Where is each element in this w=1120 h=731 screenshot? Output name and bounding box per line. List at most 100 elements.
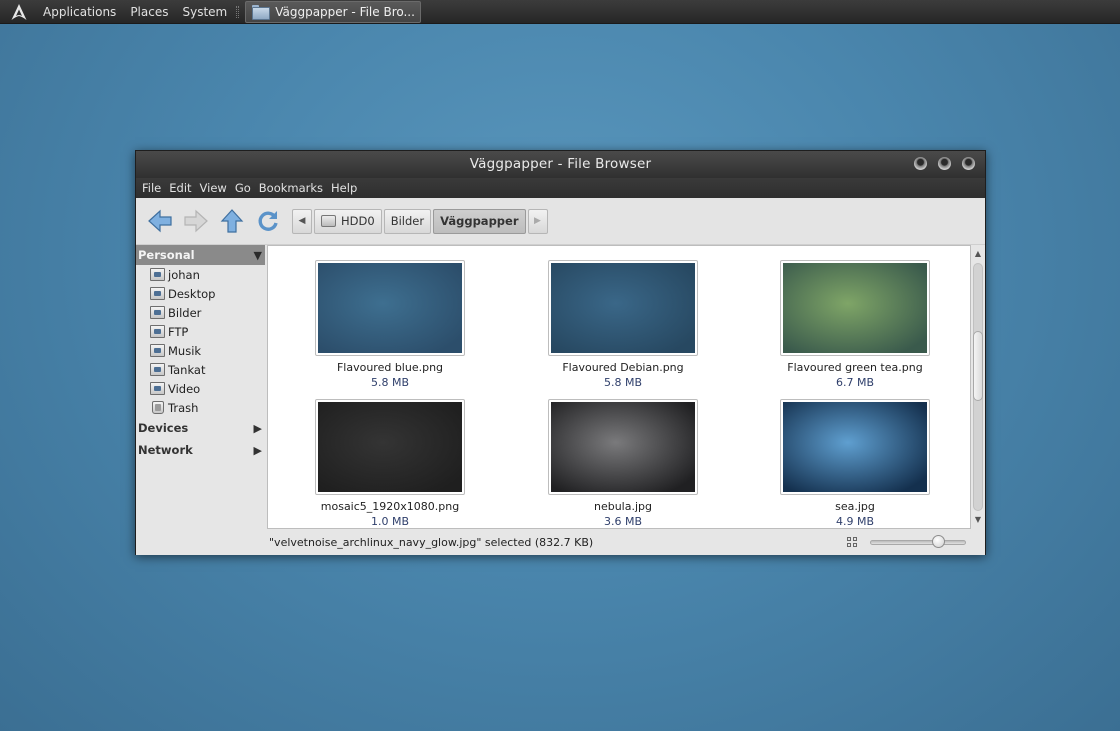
- file-name[interactable]: sea.jpg: [780, 500, 930, 513]
- system-menu[interactable]: System: [175, 0, 234, 24]
- sidebar-item-label: FTP: [168, 324, 189, 339]
- menu-bookmarks[interactable]: Bookmarks: [257, 181, 327, 195]
- window-title: Väggpapper - File Browser: [469, 156, 652, 172]
- sidebar-item-bilder[interactable]: Bilder: [136, 303, 265, 322]
- sidebar-item-trash[interactable]: Trash: [136, 398, 265, 417]
- file-item[interactable]: Flavoured Debian.png 5.8 MB: [548, 260, 698, 389]
- file-size: 1.0 MB: [370, 515, 410, 528]
- taskbar-window-button[interactable]: Väggpapper - File Bro...: [245, 0, 422, 23]
- menu-view[interactable]: View: [198, 181, 231, 195]
- section-label: Network: [138, 443, 193, 457]
- expand-triangle-icon[interactable]: ▶: [254, 422, 262, 435]
- file-thumbnail[interactable]: [780, 399, 930, 495]
- menu-edit[interactable]: Edit: [167, 181, 195, 195]
- sidebar-item-desktop[interactable]: Desktop: [136, 284, 265, 303]
- scroll-down-arrow-icon[interactable]: ▼: [971, 513, 985, 527]
- menu-go[interactable]: Go: [233, 181, 255, 195]
- file-item[interactable]: Flavoured green tea.png 6.7 MB: [780, 260, 930, 389]
- toolbar: ◀ HDD0 Bilder Väggpapper ▶: [136, 198, 985, 245]
- sidebar-item-tankat[interactable]: Tankat: [136, 360, 265, 379]
- reload-icon: [258, 211, 278, 231]
- places-menu[interactable]: Places: [123, 0, 175, 24]
- file-thumbnail[interactable]: [548, 399, 698, 495]
- hard-drive-icon: [321, 215, 336, 227]
- file-thumbnail[interactable]: [780, 260, 930, 356]
- taskbar-window-title: Väggpapper - File Bro...: [275, 4, 415, 19]
- sidebar-item-video[interactable]: Video: [136, 379, 265, 398]
- scroll-up-arrow-icon[interactable]: ▲: [971, 247, 985, 261]
- zoom-grid-icon: [847, 537, 858, 548]
- applications-menu[interactable]: Applications: [36, 0, 123, 24]
- breadcrumb-vaggpapper[interactable]: Väggpapper: [433, 208, 526, 234]
- sidebar-item-label: johan: [168, 267, 200, 282]
- zoom-slider-handle[interactable]: [932, 535, 945, 548]
- file-icon-view[interactable]: Flavoured blue.png 5.8 MB Flavoured Debian…: [267, 245, 971, 529]
- file-name[interactable]: mosaic5_1920x1080.png: [315, 500, 465, 513]
- sidebar-item-label: Musik: [168, 343, 202, 358]
- desktop-folder-icon: [150, 287, 165, 300]
- sidebar-section-network[interactable]: Network ▶: [136, 440, 265, 460]
- sidebar-item-musik[interactable]: Musik: [136, 341, 265, 360]
- file-name[interactable]: nebula.jpg: [548, 500, 698, 513]
- file-size: 6.7 MB: [835, 376, 875, 389]
- sidebar-item-label: Bilder: [168, 305, 202, 320]
- file-thumbnail[interactable]: [315, 260, 465, 356]
- sidebar-item-label: Tankat: [168, 362, 206, 377]
- breadcrumb-bilder[interactable]: Bilder: [383, 208, 432, 234]
- file-item[interactable]: mosaic5_1920x1080.png 1.0 MB: [315, 399, 465, 528]
- scrollbar-thumb[interactable]: [973, 331, 983, 401]
- file-size: 4.9 MB: [835, 515, 875, 528]
- file-name[interactable]: Flavoured blue.png: [315, 361, 465, 374]
- maximize-button[interactable]: [938, 157, 951, 170]
- sidebar-item-ftp[interactable]: FTP: [136, 322, 265, 341]
- video-folder-icon: [150, 382, 165, 395]
- file-item[interactable]: nebula.jpg 3.6 MB: [548, 399, 698, 528]
- top-panel: Applications Places System Väggpapper - …: [0, 0, 1120, 24]
- close-button[interactable]: [962, 157, 975, 170]
- file-size: 3.6 MB: [603, 515, 643, 528]
- forward-button[interactable]: [182, 207, 210, 235]
- ftp-folder-icon: [150, 325, 165, 338]
- breadcrumb-label: Väggpapper: [440, 214, 519, 228]
- home-folder-icon: [150, 268, 165, 281]
- breadcrumb-hdd0[interactable]: HDD0: [314, 208, 382, 234]
- window-titlebar[interactable]: Väggpapper - File Browser: [136, 151, 985, 178]
- breadcrumb-scroll-right-button[interactable]: ▶: [527, 208, 548, 234]
- sidebar-item-johan[interactable]: johan: [136, 265, 265, 284]
- panel-separator: [236, 5, 240, 18]
- status-text: "velvetnoise_archlinux_navy_glow.jpg" se…: [269, 535, 594, 549]
- music-folder-icon: [150, 344, 165, 357]
- back-button[interactable]: [146, 207, 174, 235]
- breadcrumb-scroll-left-button[interactable]: ◀: [292, 208, 312, 234]
- sidebar-item-label: Desktop: [168, 286, 216, 301]
- menubar: File Edit View Go Bookmarks Help: [136, 178, 985, 198]
- file-size: 5.8 MB: [603, 376, 643, 389]
- breadcrumb-label: HDD0: [341, 214, 375, 228]
- breadcrumb-label: Bilder: [390, 214, 425, 228]
- arch-logo-icon[interactable]: [8, 1, 30, 23]
- back-arrow-icon: [148, 209, 172, 233]
- file-item[interactable]: Flavoured blue.png 5.8 MB: [315, 260, 465, 389]
- file-item[interactable]: sea.jpg 4.9 MB: [780, 399, 930, 528]
- sidebar-section-personal[interactable]: Personal ▼: [136, 245, 265, 265]
- sidebar-section-devices[interactable]: Devices ▶: [136, 418, 265, 438]
- reload-button[interactable]: [254, 207, 282, 235]
- zoom-slider-track[interactable]: [870, 540, 966, 545]
- collapse-triangle-icon[interactable]: ▼: [254, 249, 262, 262]
- up-button[interactable]: [218, 207, 246, 235]
- section-label: Personal: [138, 248, 195, 262]
- file-browser-window: Väggpapper - File Browser File Edit View…: [135, 150, 986, 555]
- downloads-folder-icon: [150, 363, 165, 376]
- vertical-scrollbar[interactable]: ▲ ▼: [971, 245, 985, 529]
- menu-help[interactable]: Help: [329, 181, 361, 195]
- file-name[interactable]: Flavoured Debian.png: [548, 361, 698, 374]
- expand-triangle-icon[interactable]: ▶: [254, 444, 262, 457]
- sidebar: Personal ▼ johan Desktop Bilder FTP Musik Tan…: [136, 245, 265, 529]
- breadcrumb: ◀ HDD0 Bilder Väggpapper ▶: [292, 208, 550, 234]
- menu-file[interactable]: File: [140, 181, 165, 195]
- file-thumbnail[interactable]: [315, 399, 465, 495]
- file-name[interactable]: Flavoured green tea.png: [780, 361, 930, 374]
- file-thumbnail[interactable]: [548, 260, 698, 356]
- minimize-button[interactable]: [914, 157, 927, 170]
- pictures-folder-icon: [150, 306, 165, 319]
